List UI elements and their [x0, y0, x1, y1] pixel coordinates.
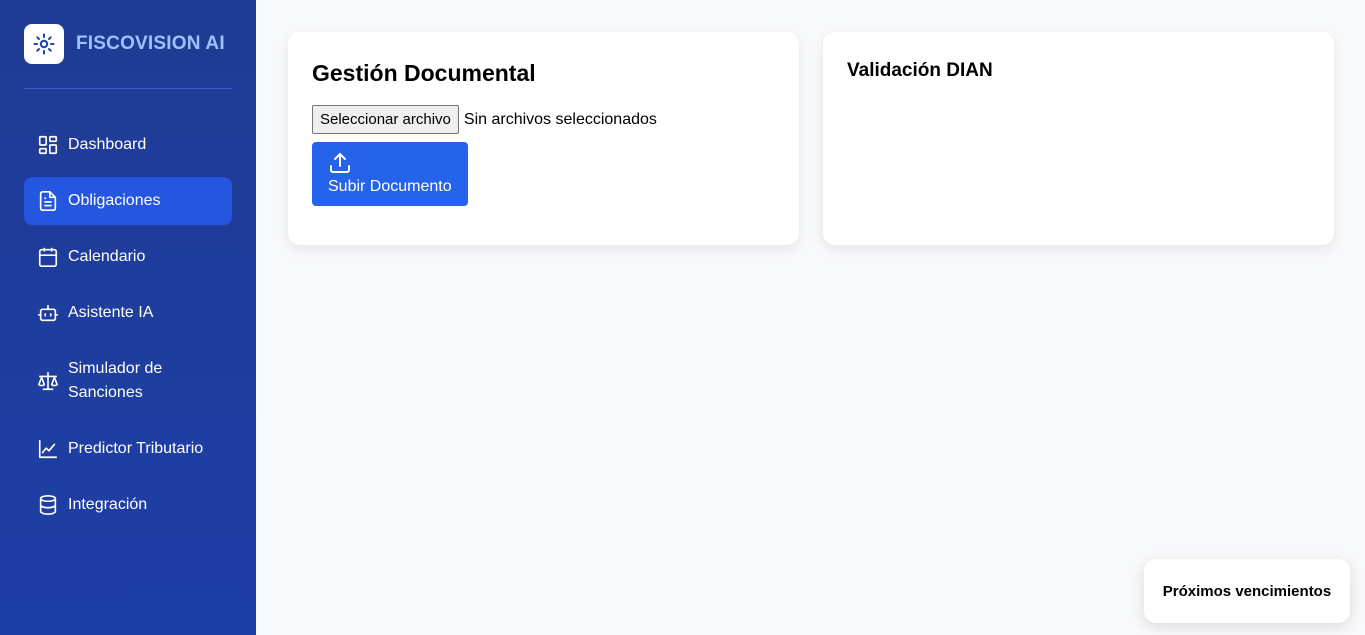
- calendar-icon: [36, 245, 60, 269]
- sidebar-item-label: Asistente IA: [68, 304, 154, 321]
- document-management-card: Gestión Documental Seleccionar archivo S…: [288, 32, 799, 245]
- document-icon: [36, 189, 60, 213]
- dashboard-icon: [36, 133, 60, 157]
- upload-icon: [328, 151, 352, 175]
- upcoming-deadlines-widget[interactable]: Próximos vencimientos: [1144, 559, 1350, 623]
- sidebar-item-label: Calendario: [68, 248, 146, 265]
- sidebar-item-label: Predictor Tributario: [68, 440, 204, 457]
- sidebar-item-asistente-ia[interactable]: Asistente IA: [24, 289, 232, 337]
- deadlines-title: Próximos vencimientos: [1162, 582, 1332, 600]
- sidebar-item-simulador[interactable]: Simulador de Sanciones: [24, 345, 232, 417]
- card-title: Validación DIAN: [847, 60, 993, 81]
- sidebar-item-integracion[interactable]: Integración: [24, 481, 232, 529]
- sidebar-item-label: Simulador de Sanciones: [68, 360, 163, 401]
- upload-document-button[interactable]: Subir Documento: [312, 142, 468, 206]
- sidebar-item-predictor[interactable]: Predictor Tributario: [24, 425, 232, 473]
- choose-file-button[interactable]: Seleccionar archivo: [312, 105, 459, 134]
- brand-title: FISCOVISION AI: [76, 33, 225, 54]
- sidebar-item-label: Obligaciones: [68, 192, 161, 209]
- line-chart-icon: [36, 437, 60, 461]
- brand[interactable]: FISCOVISION AI: [24, 24, 225, 64]
- scale-icon: [36, 369, 60, 393]
- sidebar-divider: [24, 88, 232, 89]
- card-title: Gestión Documental: [312, 60, 536, 86]
- upload-label: Subir Documento: [328, 178, 452, 195]
- dian-validation-card: Validación DIAN: [823, 32, 1334, 245]
- sidebar-item-calendario[interactable]: Calendario: [24, 233, 232, 281]
- file-input: Seleccionar archivo Sin archivos selecci…: [312, 105, 657, 134]
- sidebar: FISCOVISION AI Dashboard Obligaciones Ca…: [0, 0, 256, 635]
- sun-icon: [24, 24, 64, 64]
- sidebar-item-label: Dashboard: [68, 136, 147, 153]
- robot-icon: [36, 301, 60, 325]
- database-icon: [36, 493, 60, 517]
- sidebar-item-label: Integración: [68, 496, 148, 513]
- sidebar-item-dashboard[interactable]: Dashboard: [24, 121, 232, 169]
- sidebar-item-obligaciones[interactable]: Obligaciones: [24, 177, 232, 225]
- file-status: Sin archivos seleccionados: [463, 110, 657, 128]
